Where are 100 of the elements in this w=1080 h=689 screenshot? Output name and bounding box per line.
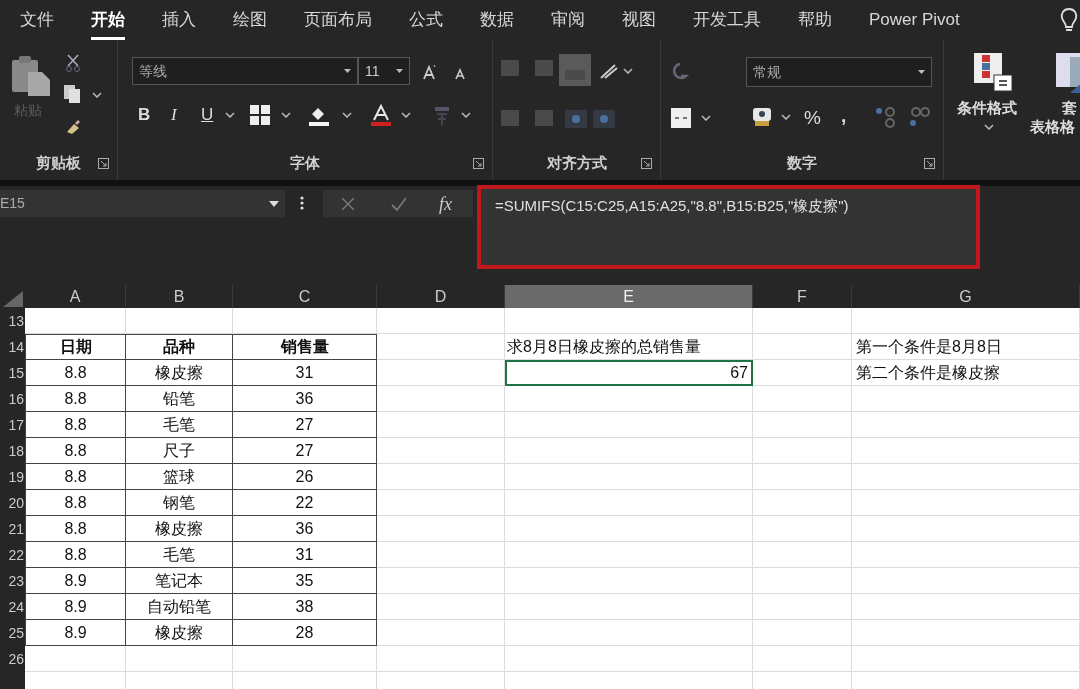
decrease-font-icon[interactable] (454, 67, 466, 80)
table-cell: 8.8 (25, 516, 126, 542)
conditional-formatting-icon[interactable] (974, 53, 1014, 93)
insert-function-button[interactable]: fx (439, 191, 452, 218)
row-header[interactable]: 17 (0, 412, 25, 438)
ribbon-tab[interactable]: 数据 (480, 0, 514, 40)
table-cell: 8.8 (25, 464, 126, 490)
wrap-text-icon[interactable] (671, 62, 689, 82)
chevron-down-icon[interactable] (225, 112, 235, 118)
ribbon-tab[interactable]: 页面布局 (304, 0, 372, 40)
dialog-launcher-icon[interactable] (641, 158, 652, 169)
table-cell: 36 (233, 386, 377, 412)
table-cell: 26 (233, 464, 377, 490)
table-cell: 27 (233, 438, 377, 464)
table-cell: 8.9 (25, 594, 126, 620)
row-header[interactable]: 23 (0, 568, 25, 594)
chevron-down-icon[interactable] (984, 124, 994, 130)
format-painter-icon[interactable] (65, 118, 81, 134)
row-header[interactable]: 16 (0, 386, 25, 412)
column-header[interactable]: E (505, 285, 753, 308)
paste-icon[interactable] (10, 54, 52, 98)
chevron-down-icon[interactable] (342, 112, 352, 118)
table-cell: 8.8 (25, 438, 126, 464)
ribbon-tab[interactable]: 文件 (20, 0, 54, 40)
row-header[interactable]: 25 (0, 620, 25, 646)
ribbon-tab[interactable]: 插入 (162, 0, 196, 40)
decrease-decimal-icon[interactable] (908, 106, 930, 128)
row-header[interactable]: 21 (0, 516, 25, 542)
result-cell[interactable]: 67 (505, 360, 753, 386)
font-size-dropdown[interactable]: 11 (358, 57, 410, 85)
ribbon-tab[interactable]: 帮助 (798, 0, 832, 40)
dropdown-arrow-icon (396, 69, 403, 73)
merge-cells-icon[interactable] (671, 108, 691, 128)
chevron-down-icon[interactable] (701, 115, 711, 121)
ribbon-tab[interactable]: 审阅 (551, 0, 585, 40)
borders-icon[interactable] (250, 105, 270, 125)
row-header[interactable]: 15 (0, 360, 25, 386)
table-cell: 38 (233, 594, 377, 620)
table-cell: 尺子 (126, 438, 233, 464)
ribbon-tab[interactable]: Power Pivot (869, 0, 960, 40)
dropdown-arrow-icon (344, 69, 351, 73)
bold-button[interactable]: B (138, 106, 151, 123)
row-header[interactable]: 24 (0, 594, 25, 620)
chevron-down-icon[interactable] (401, 112, 411, 118)
table-cell: 橡皮擦 (126, 360, 233, 386)
close-icon[interactable] (340, 196, 356, 212)
formula-input-field[interactable]: =SUMIFS(C15:C25,A15:A25,"8.8",B15:B25,"橡皮擦") (477, 185, 980, 269)
increase-font-icon[interactable] (422, 64, 436, 80)
name-box[interactable]: E15 (0, 190, 285, 217)
more-options-icon[interactable] (300, 196, 304, 210)
group-label: 剪贴板 (36, 152, 81, 173)
currency-icon[interactable] (751, 106, 773, 128)
chevron-down-icon[interactable] (623, 68, 633, 74)
note-text: 第一个条件是8月8日 (855, 337, 1003, 357)
table-cell: 31 (233, 542, 377, 568)
ribbon-tab[interactable]: 开发工具 (693, 0, 761, 40)
row-header[interactable]: 26 (0, 646, 25, 672)
table-cell: 铅笔 (126, 386, 233, 412)
dialog-launcher-icon[interactable] (98, 158, 109, 169)
increase-decimal-icon[interactable] (874, 106, 896, 128)
table-cell: 36 (233, 516, 377, 542)
lightbulb-icon[interactable] (1060, 7, 1078, 33)
ribbon-tab[interactable]: 视图 (622, 0, 656, 40)
cut-icon[interactable] (65, 54, 81, 72)
table-cell: 橡皮擦 (126, 516, 233, 542)
number-format-dropdown[interactable]: 常规 (746, 57, 932, 87)
row-header[interactable]: 14 (0, 334, 25, 360)
chevron-down-icon[interactable] (461, 112, 471, 118)
table-cell: 27 (233, 412, 377, 438)
percent-button[interactable]: % (804, 108, 821, 127)
dialog-launcher-icon[interactable] (473, 158, 484, 169)
table-cell: 35 (233, 568, 377, 594)
table-cell: 毛笔 (126, 412, 233, 438)
group-label: 字体 (290, 152, 320, 173)
italic-button[interactable]: I (171, 106, 177, 123)
copy-icon[interactable] (63, 84, 81, 104)
row-header[interactable]: 22 (0, 542, 25, 568)
dialog-launcher-icon[interactable] (924, 158, 935, 169)
table-format-icon[interactable] (1056, 53, 1080, 93)
row-header[interactable]: 13 (0, 308, 25, 334)
font-color-icon[interactable] (371, 104, 391, 126)
conditional-format-label[interactable]: 条件格式 (957, 97, 1017, 120)
table-cell: 22 (233, 490, 377, 516)
note-text: 第二个条件是橡皮擦 (855, 363, 1001, 383)
font-name-dropdown[interactable]: 等线 (132, 57, 358, 85)
checkmark-icon[interactable] (390, 196, 408, 212)
row-header[interactable]: 19 (0, 464, 25, 490)
table-cell: 8.8 (25, 360, 126, 386)
table-cell: 篮球 (126, 464, 233, 490)
orientation-icon[interactable] (599, 62, 619, 80)
chevron-down-icon[interactable] (281, 112, 291, 118)
comma-style-button[interactable]: , (841, 106, 847, 125)
table-cell: 8.8 (25, 412, 126, 438)
chevron-down-icon[interactable] (781, 114, 791, 120)
underline-button[interactable]: U (201, 106, 214, 123)
ribbon-tab[interactable]: 公式 (409, 0, 443, 40)
ribbon-tab[interactable]: 绘图 (233, 0, 267, 40)
row-header[interactable]: 20 (0, 490, 25, 516)
row-header[interactable]: 18 (0, 438, 25, 464)
chevron-down-icon[interactable] (92, 92, 102, 98)
